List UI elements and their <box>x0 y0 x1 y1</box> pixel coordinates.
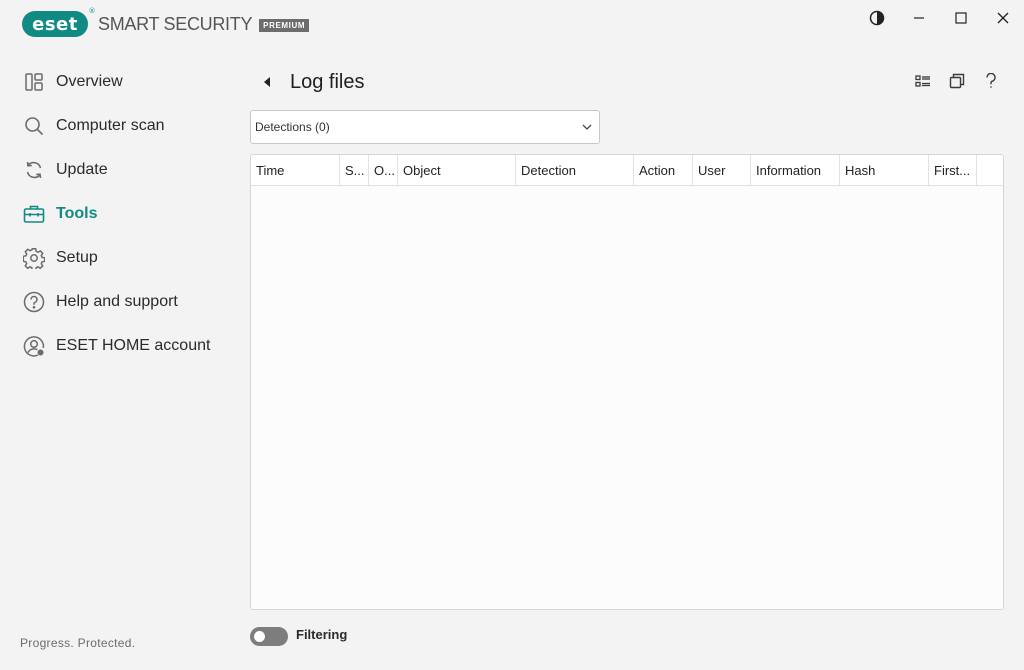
sidebar-item-overview[interactable]: Overview <box>0 60 240 104</box>
help-icon <box>986 73 996 88</box>
column-header-user[interactable]: User <box>693 155 751 186</box>
registered-mark: ® <box>88 7 96 15</box>
filtering-toggle[interactable] <box>250 626 288 646</box>
maximize-button[interactable] <box>940 0 982 36</box>
gear-icon <box>23 247 45 269</box>
toolbox-icon <box>23 203 45 225</box>
copy-window-icon <box>949 73 965 89</box>
column-header-action[interactable]: Action <box>634 155 693 186</box>
page-header: Log files <box>250 64 1010 100</box>
sidebar-item-eset-home-account[interactable]: ESET HOME account <box>0 324 240 368</box>
log-table: Time S... O... Object Detection Action U… <box>250 154 1004 610</box>
chevron-down-icon <box>582 124 592 130</box>
page-title: Log files <box>290 70 365 93</box>
overview-icon <box>23 71 45 93</box>
help-icon <box>23 291 45 313</box>
column-header-detection[interactable]: Detection <box>516 155 634 186</box>
sidebar-item-computer-scan[interactable]: Computer scan <box>0 104 240 148</box>
help-button[interactable] <box>974 64 1008 98</box>
sidebar-item-label: Overview <box>56 73 123 90</box>
copy-window-button[interactable] <box>940 64 974 98</box>
back-button[interactable] <box>250 65 284 99</box>
minimize-button[interactable] <box>898 0 940 36</box>
brand-name: eset <box>32 13 78 35</box>
search-icon <box>23 115 45 137</box>
maximize-icon <box>955 12 967 24</box>
sidebar-item-label: Setup <box>56 249 98 266</box>
sidebar-item-help-and-support[interactable]: Help and support <box>0 280 240 324</box>
tagline: Progress. Protected. <box>20 636 136 650</box>
sidebar-item-tools[interactable]: Tools <box>0 192 240 236</box>
sidebar-item-label: Computer scan <box>56 117 165 134</box>
list-view-button[interactable] <box>906 64 940 98</box>
window-controls <box>856 0 1024 36</box>
list-view-icon <box>915 75 930 87</box>
log-type-selected: Detections (0) <box>255 120 330 134</box>
theme-toggle-button[interactable] <box>856 0 898 36</box>
column-header-s[interactable]: S... <box>340 155 369 186</box>
sidebar-item-label: Tools <box>56 205 98 222</box>
eset-logo: eset ® <box>22 7 96 37</box>
filtering-row: Filtering <box>250 626 347 646</box>
sidebar-item-label: ESET HOME account <box>56 337 211 354</box>
table-body <box>251 186 1003 609</box>
sidebar-item-setup[interactable]: Setup <box>0 236 240 280</box>
column-header-o[interactable]: O... <box>369 155 398 186</box>
sidebar-item-label: Update <box>56 161 108 178</box>
sidebar-item-update[interactable]: Update <box>0 148 240 192</box>
close-icon <box>997 12 1009 24</box>
column-header-information[interactable]: Information <box>751 155 840 186</box>
account-icon <box>23 335 45 357</box>
column-header-spacer <box>977 155 1003 186</box>
column-header-time[interactable]: Time <box>251 155 340 186</box>
column-header-first[interactable]: First... <box>929 155 977 186</box>
table-header: Time S... O... Object Detection Action U… <box>251 155 1003 186</box>
title-bar: eset ® SMART SECURITY PREMIUM <box>0 0 1024 48</box>
close-button[interactable] <box>982 0 1024 36</box>
contrast-icon <box>869 10 885 26</box>
app-logo: eset ® SMART SECURITY PREMIUM <box>22 7 310 38</box>
filtering-label: Filtering <box>296 626 348 642</box>
minimize-icon <box>914 17 924 19</box>
column-header-object[interactable]: Object <box>398 155 516 186</box>
refresh-icon <box>23 159 45 181</box>
column-header-hash[interactable]: Hash <box>840 155 929 186</box>
log-type-dropdown[interactable]: Detections (0) <box>250 110 600 144</box>
sidebar-item-label: Help and support <box>56 293 178 310</box>
product-name: SMART SECURITY <box>98 13 253 34</box>
edition-badge: PREMIUM <box>259 18 310 32</box>
sidebar: Overview Computer scan Update Tools Setu… <box>0 60 240 368</box>
back-arrow-icon <box>264 77 270 87</box>
toggle-knob <box>254 630 265 642</box>
header-actions <box>906 64 1008 98</box>
